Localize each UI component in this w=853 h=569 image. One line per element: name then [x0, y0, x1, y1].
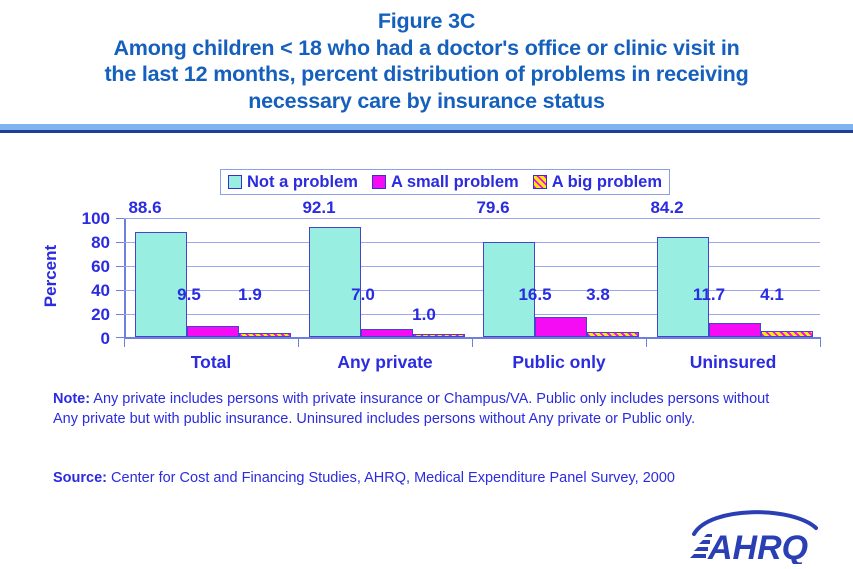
- ahrq-logo-wordmark: AHRQ: [690, 529, 808, 567]
- value-label-any-private-not-a-problem: 92.1: [302, 198, 336, 217]
- bar-any-private-not-a-problem: [309, 227, 361, 337]
- ahrq-logo-bar-1: [690, 554, 706, 558]
- value-label-any-private-a-big-problem: 1.0: [412, 305, 436, 324]
- title-line-2: Among children < 18 who had a doctor's o…: [113, 35, 740, 60]
- value-label-total-a-small-problem: 9.5: [177, 285, 201, 304]
- bar-total-a-small-problem: [187, 325, 239, 337]
- legend-label-not-a-problem: Not a problem: [247, 172, 358, 191]
- value-label-public-only-a-big-problem: 3.8: [586, 285, 610, 304]
- gridline-60: [124, 266, 820, 267]
- ahrq-logo: AHRQ: [680, 508, 835, 567]
- bar-any-private-a-small-problem: [361, 328, 413, 337]
- legend-swatch-not-a-problem-icon: [228, 175, 242, 189]
- x-tick-mark-1: [298, 339, 299, 347]
- bar-any-private-a-big-problem: [413, 334, 465, 337]
- value-label-public-only-not-a-problem: 79.6: [476, 198, 510, 217]
- x-tick-mark-3: [646, 339, 647, 347]
- bar-uninsured-a-small-problem: [709, 323, 761, 337]
- x-axis-label-uninsured: Uninsured: [689, 352, 777, 372]
- legend-item-a-small-problem: A small problem: [371, 172, 519, 192]
- y-axis-title-wrap: Percent: [22, 214, 62, 334]
- y-tick-label-40: 40: [91, 281, 110, 300]
- legend-item-a-big-problem: A big problem: [532, 172, 663, 192]
- x-axis-label-total: Total: [190, 352, 232, 372]
- ahrq-logo-text: AHRQ: [707, 529, 808, 564]
- y-tick-label-100: 100: [81, 209, 110, 228]
- bar-uninsured-a-big-problem: [761, 331, 813, 337]
- x-axis-label-any-private: Any private: [337, 352, 433, 372]
- bar-total-a-big-problem: [239, 333, 291, 337]
- y-axis-title: Percent: [41, 244, 60, 308]
- y-tick-label-80: 80: [91, 233, 110, 252]
- divider-rule: [0, 130, 853, 133]
- title-line-1: Figure 3C: [377, 9, 476, 33]
- chart-legend: Not a problem A small problem A big prob…: [220, 169, 671, 195]
- value-label-any-private-a-small-problem: 7.0: [351, 285, 375, 304]
- bar-public-only-a-small-problem: [535, 317, 587, 337]
- note-label: Note:: [53, 391, 91, 407]
- x-tick-mark-0: [124, 339, 125, 347]
- legend-label-a-small-problem: A small problem: [390, 172, 519, 191]
- note-text: Note: Any private includes persons with …: [53, 389, 793, 429]
- value-label-uninsured-a-small-problem: 11.7: [692, 285, 726, 304]
- bar-public-only-a-big-problem: [587, 331, 639, 337]
- page-title: Figure 3C Among children < 18 who had a …: [0, 8, 853, 114]
- value-label-total-a-big-problem: 1.9: [238, 285, 262, 304]
- title-line-3: the last 12 months, percent distribution…: [104, 62, 749, 86]
- x-tick-mark-2: [472, 339, 473, 347]
- legend-label-a-big-problem: A big problem: [551, 172, 663, 191]
- y-tick-label-20: 20: [91, 305, 110, 324]
- y-axis-tick-labels: 100 80 60 40 20 0: [62, 200, 110, 380]
- source-body: Center for Cost and Financing Studies, A…: [107, 470, 675, 486]
- legend-swatch-a-small-problem-icon: [371, 175, 386, 189]
- gridline-80: [124, 242, 820, 243]
- plot-area: [124, 218, 820, 337]
- gridline-20: [124, 314, 820, 315]
- source-text: Source: Center for Cost and Financing St…: [53, 468, 813, 488]
- note-body: Any private includes persons with privat…: [53, 391, 770, 427]
- title-line-4: necessary care by insurance status: [248, 88, 605, 113]
- title-divider: [0, 124, 853, 133]
- x-tick-mark-4: [820, 339, 821, 347]
- legend-swatch-a-big-problem-icon: [532, 175, 547, 189]
- ahrq-logo-bar-2: [694, 547, 708, 551]
- ahrq-logo-svg: AHRQ: [690, 510, 818, 567]
- legend-item-not-a-problem: Not a problem: [228, 173, 358, 192]
- value-label-total-not-a-problem: 88.6: [128, 198, 162, 217]
- source-label: Source:: [53, 470, 107, 486]
- value-label-public-only-a-small-problem: 16.5: [518, 285, 552, 304]
- value-label-uninsured-a-big-problem: 4.1: [760, 285, 784, 304]
- y-tick-label-0: 0: [100, 329, 110, 348]
- y-tick-label-60: 60: [91, 257, 110, 276]
- x-axis-label-public-only: Public only: [512, 352, 606, 372]
- gridline-100: [124, 218, 820, 219]
- value-label-uninsured-not-a-problem: 84.2: [650, 198, 684, 217]
